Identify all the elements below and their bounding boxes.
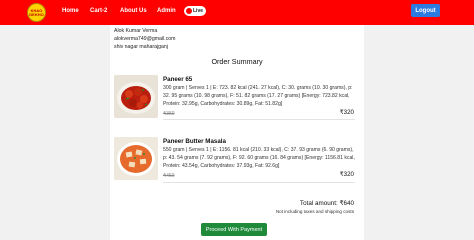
logout-button[interactable]: Logout [411, 4, 440, 17]
item-mrp: ₹450 [163, 173, 175, 179]
paneer-65-image [114, 75, 158, 118]
item-name: Paneer Butter Masala [163, 138, 226, 145]
item-name: Paneer 65 [163, 76, 193, 83]
item-price: ₹320 [339, 171, 354, 178]
logo-text: KHAO DEKHO [29, 7, 44, 17]
nav-link-about[interactable]: About Us [120, 8, 147, 14]
item-description: 550 gram | Serves 1 | E: 1156. 81 kcal (… [163, 147, 355, 170]
item-price: ₹320 [339, 109, 354, 116]
item-divider [163, 119, 355, 120]
brand-logo[interactable]: KHAO DEKHO [27, 3, 46, 22]
live-label: Live [193, 8, 204, 14]
nav-link-admin[interactable]: Admin [157, 8, 176, 14]
nav-link-home[interactable]: Home [62, 8, 79, 14]
live-dot-icon [186, 8, 192, 14]
live-toggle[interactable]: Live [184, 6, 206, 16]
order-summary-title: Order Summary [211, 57, 263, 66]
user-name: Alok Kumar Verma [114, 28, 158, 34]
total-amount: Total amount: ₹640 [299, 200, 354, 207]
item-description: 300 gram | Serves 1 | E: 723. 82 kcal (2… [163, 85, 353, 108]
user-email: alokverma749@gmail.com [114, 36, 176, 42]
item-divider [163, 182, 355, 183]
paneer-butter-masala-image [114, 137, 158, 180]
item-mrp: ₹350 [163, 111, 175, 117]
nav-link-cart[interactable]: Cart-2 [90, 8, 107, 14]
user-address: shiv nagar maharajganj [114, 44, 168, 50]
proceed-payment-button[interactable]: Proceed With Payment [201, 223, 267, 236]
total-note: Not including taxes and shipping costs [275, 209, 354, 214]
